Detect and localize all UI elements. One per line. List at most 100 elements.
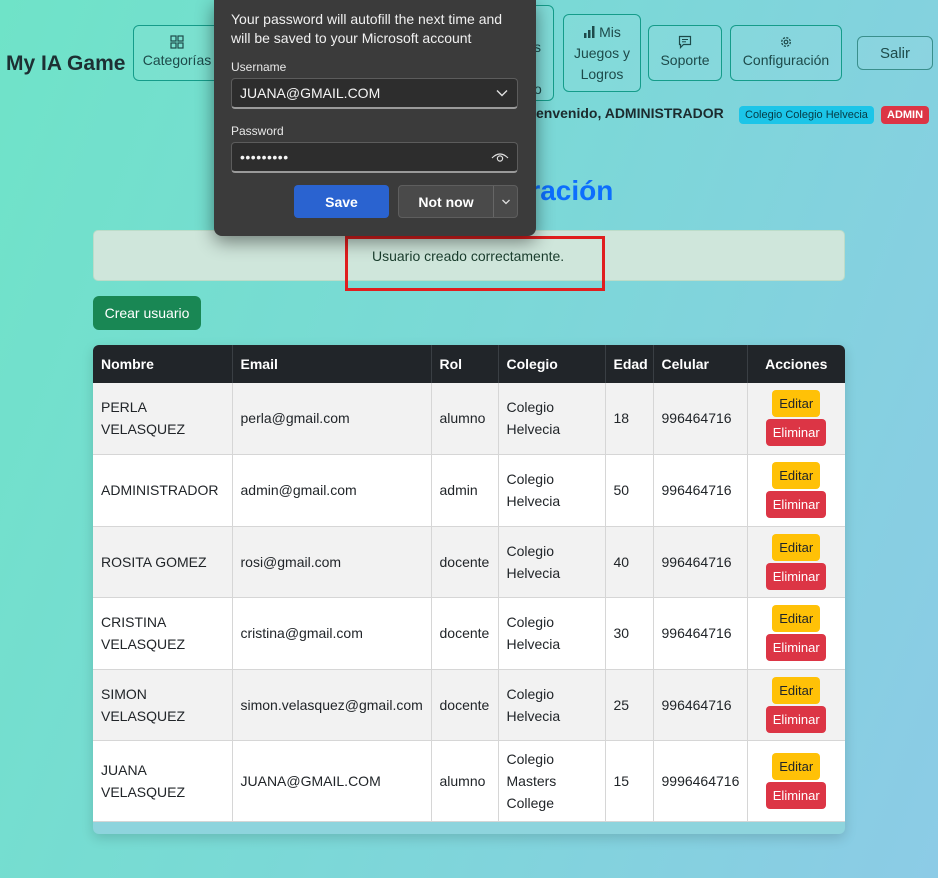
delete-button[interactable]: Eliminar	[766, 705, 827, 733]
table-row: CRISTINA VELASQUEZ cristina@gmail.com do…	[93, 597, 845, 670]
cell-rol: alumno	[431, 740, 499, 822]
table-row: JUANA VELASQUEZ JUANA@GMAIL.COM alumno C…	[93, 740, 845, 822]
cell-email: cristina@gmail.com	[232, 597, 432, 670]
users-table: Nombre Email Rol Colegio Edad Celular Ac…	[93, 345, 845, 822]
cell-actions: Editar Eliminar	[747, 383, 845, 455]
delete-button[interactable]: Eliminar	[766, 419, 827, 447]
username-field[interactable]: JUANA@GMAIL.COM	[231, 78, 518, 109]
header-nombre: Nombre	[93, 345, 233, 383]
cell-celular: 9996464716	[653, 740, 748, 822]
cell-edad: 15	[605, 740, 654, 822]
nav-configuracion-label: Configuración	[742, 52, 830, 68]
edit-button[interactable]: Editar	[772, 462, 821, 489]
cell-email: JUANA@GMAIL.COM	[232, 740, 432, 822]
cell-rol: alumno	[431, 383, 499, 455]
edit-button[interactable]: Editar	[772, 605, 821, 632]
cell-rol: docente	[431, 597, 499, 670]
cell-nombre: PERLA VELASQUEZ	[93, 383, 233, 455]
table-row: ADMINISTRADOR admin@gmail.com admin Cole…	[93, 454, 845, 527]
brand[interactable]: My IA Game	[6, 52, 125, 76]
users-table-container: Nombre Email Rol Colegio Edad Celular Ac…	[93, 345, 845, 834]
cell-celular: 996464716	[653, 383, 748, 455]
cell-edad: 50	[605, 454, 654, 527]
not-now-button[interactable]: Not now	[398, 185, 518, 218]
cell-colegio: Colegio Helvecia	[498, 526, 606, 598]
not-now-label: Not now	[418, 193, 474, 210]
cell-email: simon.velasquez@gmail.com	[232, 669, 432, 741]
cell-rol: admin	[431, 454, 499, 527]
eye-icon[interactable]	[491, 151, 509, 163]
delete-button[interactable]: Eliminar	[766, 562, 827, 590]
create-user-button[interactable]: Crear usuario	[93, 296, 201, 330]
cell-celular: 996464716	[653, 597, 748, 670]
header-rol: Rol	[431, 345, 499, 383]
nav-mis-juegos-label-3: Logros	[580, 65, 624, 82]
nav-mis-juegos-button[interactable]: Mis Juegos y Logros	[563, 14, 641, 92]
cell-nombre: SIMON VELASQUEZ	[93, 669, 233, 741]
cell-colegio: Colegio Helvecia	[498, 669, 606, 741]
bar-chart-icon	[584, 25, 595, 38]
header-celular: Celular	[653, 345, 748, 383]
save-password-dialog: Your password will autofill the next tim…	[214, 0, 536, 236]
table-row: SIMON VELASQUEZ simon.velasquez@gmail.co…	[93, 669, 845, 741]
cell-rol: docente	[431, 526, 499, 598]
edit-button[interactable]: Editar	[772, 533, 821, 561]
cell-actions: Editar Eliminar	[747, 669, 845, 741]
nav-soporte-button[interactable]: Soporte	[648, 25, 722, 81]
cell-nombre: ROSITA GOMEZ	[93, 526, 233, 598]
delete-button[interactable]: Eliminar	[766, 634, 827, 661]
edit-button[interactable]: Editar	[772, 676, 821, 704]
delete-button[interactable]: Eliminar	[766, 781, 827, 809]
cell-celular: 996464716	[653, 526, 748, 598]
table-header-row: Nombre Email Rol Colegio Edad Celular Ac…	[93, 345, 845, 383]
edit-button[interactable]: Editar	[772, 752, 821, 780]
role-badge: ADMIN	[881, 106, 930, 124]
cell-colegio: Colegio Masters College	[498, 740, 606, 822]
nav-mis-juegos-label-1: Mis	[599, 23, 621, 40]
cell-celular: 996464716	[653, 669, 748, 741]
header-colegio: Colegio	[498, 345, 606, 383]
table-row: ROSITA GOMEZ rosi@gmail.com docente Cole…	[93, 526, 845, 598]
cell-edad: 25	[605, 669, 654, 741]
cell-nombre: ADMINISTRADOR	[93, 454, 233, 527]
password-label: Password	[231, 124, 284, 138]
nav-categorias-button[interactable]: Categorías	[133, 25, 221, 81]
nav-configuracion-button[interactable]: Configuración	[730, 25, 842, 81]
cell-colegio: Colegio Helvecia	[498, 454, 606, 527]
cell-rol: docente	[431, 669, 499, 741]
grid-icon	[170, 35, 184, 49]
edit-button[interactable]: Editar	[772, 390, 821, 418]
password-value: •••••••••	[240, 149, 289, 165]
cell-colegio: Colegio Helvecia	[498, 597, 606, 670]
message-icon	[678, 35, 692, 49]
logout-button[interactable]: Salir	[857, 36, 933, 70]
save-password-button[interactable]: Save	[294, 185, 389, 218]
cell-actions: Editar Eliminar	[747, 597, 845, 670]
not-now-options[interactable]	[494, 198, 517, 206]
cell-edad: 40	[605, 526, 654, 598]
header-edad: Edad	[605, 345, 654, 383]
delete-button[interactable]: Eliminar	[766, 491, 827, 518]
nav-soporte-label: Soporte	[660, 52, 710, 68]
cell-email: admin@gmail.com	[232, 454, 432, 527]
gear-icon	[781, 37, 791, 47]
cell-actions: Editar Eliminar	[747, 526, 845, 598]
username-value: JUANA@GMAIL.COM	[240, 85, 381, 101]
header-acciones: Acciones	[747, 345, 845, 383]
password-field[interactable]: •••••••••	[231, 142, 518, 173]
cell-nombre: JUANA VELASQUEZ	[93, 740, 233, 822]
table-row: PERLA VELASQUEZ perla@gmail.com alumno C…	[93, 383, 845, 455]
header-email: Email	[232, 345, 432, 383]
cell-email: rosi@gmail.com	[232, 526, 432, 598]
dialog-message: Your password will autofill the next tim…	[231, 11, 503, 46]
chevron-down-icon	[501, 199, 510, 204]
chevron-down-icon[interactable]	[495, 88, 509, 98]
nav-categorias-label: Categorías	[142, 52, 212, 68]
cell-colegio: Colegio Helvecia	[498, 383, 606, 455]
annotation-highlight-box	[345, 236, 605, 291]
colegio-badge: Colegio Colegio Helvecia	[739, 106, 874, 124]
cell-celular: 996464716	[653, 454, 748, 527]
welcome-text: envenido, ADMINISTRADOR	[536, 105, 724, 121]
cell-email: perla@gmail.com	[232, 383, 432, 455]
cell-actions: Editar Eliminar	[747, 454, 845, 527]
